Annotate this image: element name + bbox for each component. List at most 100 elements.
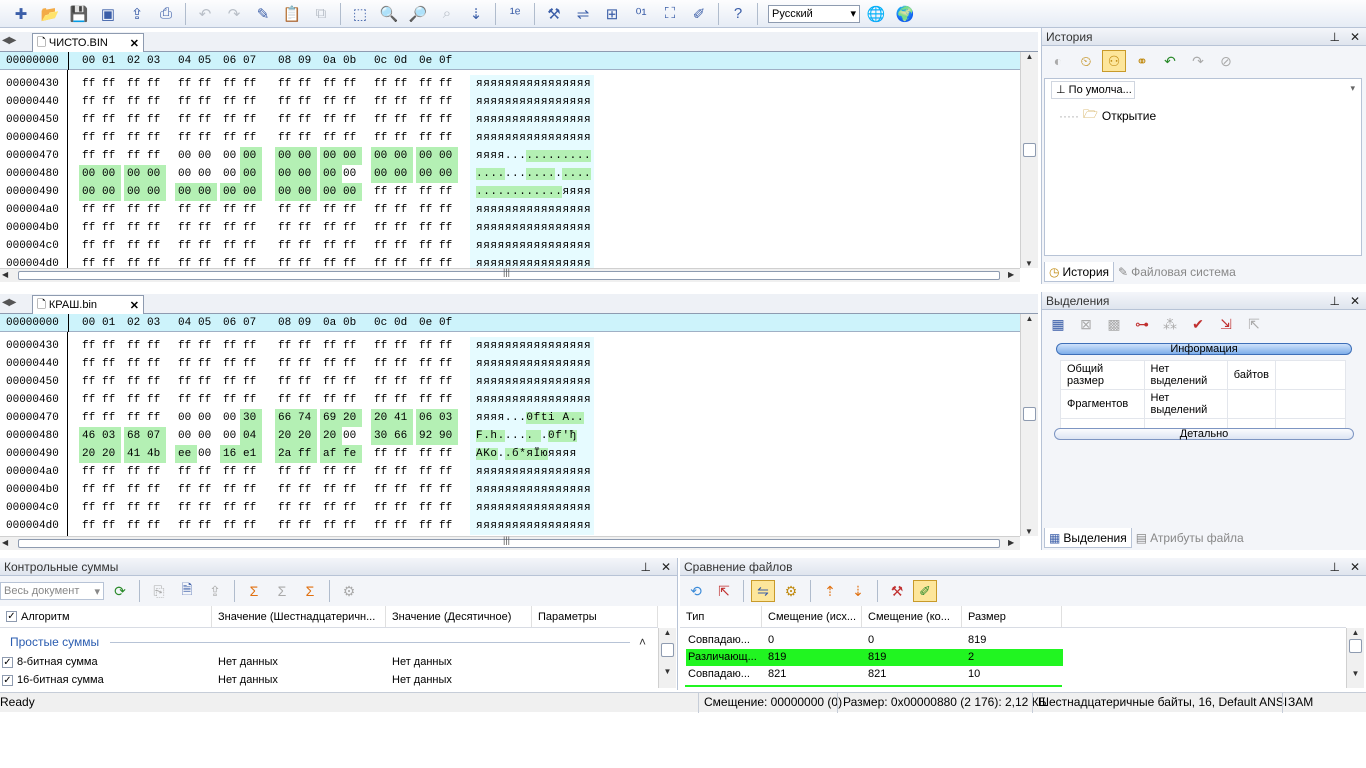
hex-byte[interactable]: ff	[144, 517, 166, 535]
hex-byte[interactable]: ff	[416, 183, 438, 201]
hex-byte[interactable]: ff	[144, 201, 166, 219]
hex-byte[interactable]: ff	[295, 237, 317, 255]
hex-byte[interactable]: ff	[79, 463, 101, 481]
hex-byte[interactable]: ff	[416, 499, 438, 517]
hex-byte[interactable]: ff	[79, 481, 101, 499]
tree-root-tab[interactable]: ⊥ По умолча...	[1051, 81, 1135, 99]
hex-byte[interactable]: ff	[295, 517, 317, 535]
compare-sync-icon[interactable]: ⇋	[751, 580, 775, 602]
ascii-text[interactable]: яяяяяяяяяяяяяяяя	[476, 237, 594, 255]
hex-byte[interactable]: ff	[79, 147, 101, 165]
hex-byte[interactable]: ff	[320, 93, 342, 111]
hex-byte[interactable]: 00	[320, 183, 342, 201]
hex-byte[interactable]: ff	[144, 111, 166, 129]
hex-byte[interactable]: ff	[436, 463, 458, 481]
hex-byte[interactable]: 00	[124, 165, 146, 183]
compare-row[interactable]: Совпадаю... 0 0 819	[686, 632, 1063, 649]
hex-byte[interactable]: ff	[195, 499, 217, 517]
hex-byte[interactable]: ff	[144, 75, 166, 93]
scroll-up-icon[interactable]: ▲	[1021, 52, 1038, 61]
hex-byte[interactable]: ff	[240, 373, 262, 391]
compare-scrollbar[interactable]: ▲ ▼	[1346, 628, 1364, 688]
tab-crash-bin[interactable]: 🗋 КРАШ.bin ✕	[32, 295, 144, 314]
hex-byte[interactable]: ff	[195, 337, 217, 355]
hex-byte[interactable]: 4b	[144, 445, 166, 463]
hex-row[interactable]: 00000470 ff ff ff ff 00 00 00 30 66 74 69 20 20 41 06 03…	[0, 409, 1020, 427]
hex-byte[interactable]: ff	[220, 463, 242, 481]
hex-byte[interactable]: ff	[144, 219, 166, 237]
scroll-down-icon[interactable]: ▼	[659, 667, 676, 676]
hex-byte[interactable]: 20	[340, 409, 362, 427]
hex-byte[interactable]: ff	[175, 129, 197, 147]
hex-byte[interactable]: ff	[79, 111, 101, 129]
hex-byte[interactable]: ff	[144, 409, 166, 427]
hex-byte[interactable]: ff	[79, 201, 101, 219]
hex-byte[interactable]: ff	[371, 499, 393, 517]
hex-byte[interactable]: ff	[240, 201, 262, 219]
tab-history[interactable]: ◷ История	[1044, 262, 1115, 282]
hex-byte[interactable]: 00	[99, 165, 121, 183]
binary-icon[interactable]: ⁰¹	[628, 2, 654, 26]
hex-byte[interactable]: ff	[124, 129, 146, 147]
hex-byte[interactable]: ff	[99, 219, 121, 237]
hex-byte[interactable]: ff	[391, 337, 413, 355]
hex-byte[interactable]: 00	[220, 183, 242, 201]
hex-byte[interactable]: 03	[99, 427, 121, 445]
col-algorithm[interactable]: ✓ Алгоритм	[0, 606, 212, 627]
hex-byte[interactable]: e1	[240, 445, 262, 463]
hex-byte[interactable]: ff	[340, 93, 362, 111]
hex-byte[interactable]: ff	[195, 481, 217, 499]
copy-dim-icon[interactable]: ⎘	[147, 580, 171, 602]
hex-vertical-scrollbar[interactable]: ▲ ▼	[1020, 52, 1038, 268]
compare-export-icon[interactable]: ⇱	[712, 580, 736, 602]
hex-byte[interactable]: ff	[195, 237, 217, 255]
hex-row[interactable]: 00000430 ff ff ff ff ff ff ff ff ff ff ff ff ff ff ff ff…	[0, 337, 1020, 355]
hex-byte[interactable]: ff	[371, 129, 393, 147]
history-view-icon[interactable]: ⚇	[1102, 50, 1126, 72]
hex-row[interactable]: 000004d0 ff ff ff ff ff ff ff ff ff ff ff ff ff ff ff ff…	[0, 517, 1020, 535]
hex-byte[interactable]: 00	[320, 165, 342, 183]
hex-row[interactable]: 00000430 ff ff ff ff ff ff ff ff ff ff ff ff ff ff ff ff…	[0, 75, 1020, 93]
hex-row[interactable]: 00000440 ff ff ff ff ff ff ff ff ff ff ff ff ff ff ff ff…	[0, 355, 1020, 373]
hex-row[interactable]: 000004b0 ff ff ff ff ff ff ff ff ff ff ff ff ff ff ff ff…	[0, 481, 1020, 499]
hex-byte[interactable]: ff	[416, 111, 438, 129]
hex-byte[interactable]: ff	[99, 75, 121, 93]
hex-byte[interactable]: ff	[144, 481, 166, 499]
hex-byte[interactable]: fe	[340, 445, 362, 463]
hex-byte[interactable]: ff	[295, 445, 317, 463]
hex-byte[interactable]: ff	[371, 219, 393, 237]
hex-byte[interactable]: ff	[220, 237, 242, 255]
hex-byte[interactable]: 00	[240, 147, 262, 165]
hex-byte[interactable]: ff	[371, 355, 393, 373]
hex-byte[interactable]: 00	[144, 165, 166, 183]
hex-byte[interactable]: 00	[295, 165, 317, 183]
hex-horizontal-scrollbar[interactable]: ◀ ||| ▶	[0, 535, 1020, 550]
hex-byte[interactable]: ff	[99, 355, 121, 373]
hex-byte[interactable]: ff	[371, 111, 393, 129]
hex-byte[interactable]: ff	[175, 517, 197, 535]
hex-byte[interactable]: ff	[295, 499, 317, 517]
hex-byte[interactable]: ff	[340, 111, 362, 129]
hex-byte[interactable]: ff	[436, 373, 458, 391]
hex-byte[interactable]: ff	[391, 75, 413, 93]
hex-byte[interactable]: ff	[340, 481, 362, 499]
hex-byte[interactable]: ff	[371, 201, 393, 219]
scroll-down-icon[interactable]: ▼	[1021, 527, 1037, 536]
hex-byte[interactable]: 07	[144, 427, 166, 445]
pin-icon[interactable]: ⊥	[640, 560, 650, 574]
hex-row[interactable]: 00000480 00 00 00 00 00 00 00 00 00 00 00 00 00 00 00 00…	[0, 165, 1020, 183]
hex-byte[interactable]: ff	[220, 111, 242, 129]
sum-config-icon[interactable]: Σ	[298, 580, 322, 602]
hex-byte[interactable]: 00	[220, 165, 242, 183]
scroll-up-icon[interactable]: ▲	[1021, 314, 1038, 323]
hex-byte[interactable]: ff	[275, 129, 297, 147]
hex-byte[interactable]: ff	[275, 111, 297, 129]
col-src-offset[interactable]: Смещение (исх...	[762, 606, 862, 627]
hex-vertical-scrollbar[interactable]: ▲ ▼	[1020, 314, 1038, 536]
tab-file-attributes[interactable]: ▤ Атрибуты файла	[1132, 528, 1248, 548]
hex-byte[interactable]: ff	[340, 75, 362, 93]
hex-byte[interactable]: ff	[195, 463, 217, 481]
hex-byte[interactable]: ff	[436, 337, 458, 355]
hex-byte[interactable]: ff	[436, 481, 458, 499]
hex-byte[interactable]: 00	[416, 147, 438, 165]
